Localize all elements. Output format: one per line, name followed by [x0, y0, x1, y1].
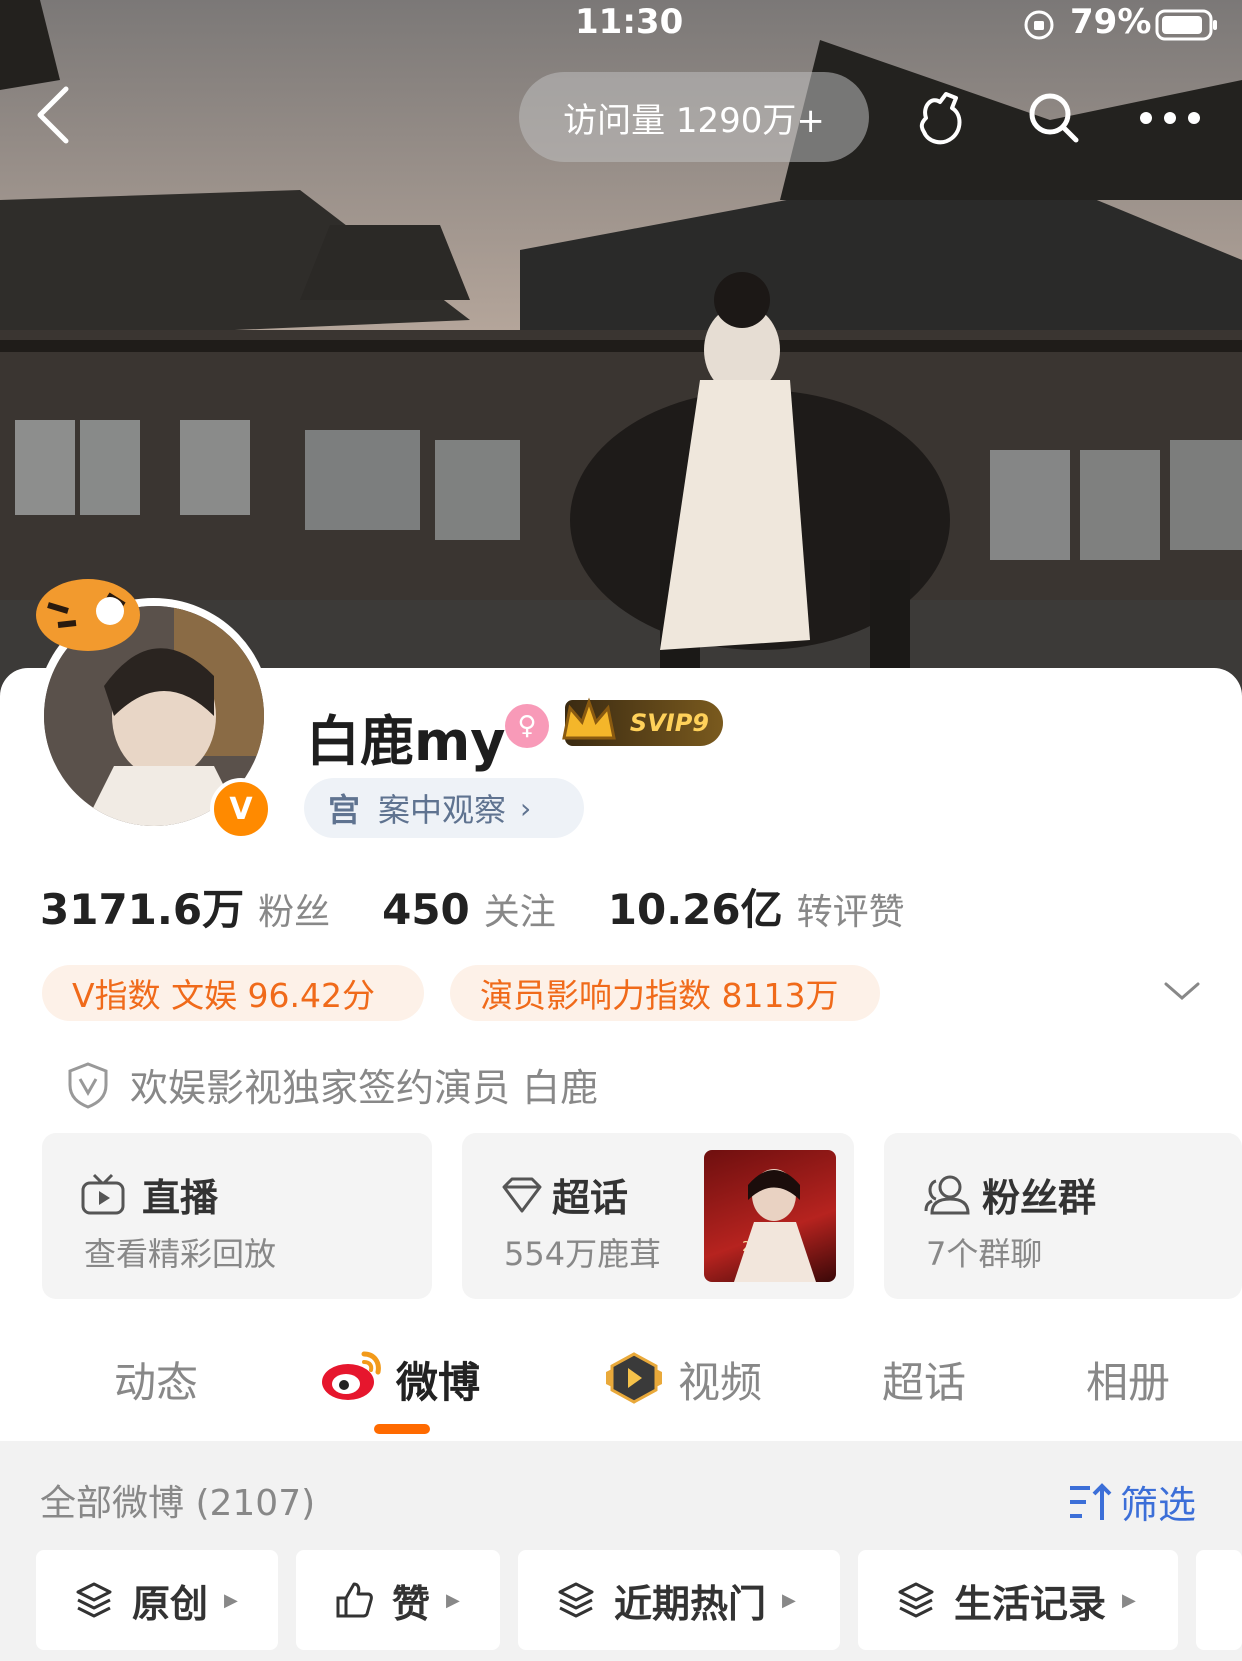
- back-arrow-icon: [37, 86, 69, 144]
- fans-title: 粉丝群: [982, 1176, 1097, 1220]
- layers-icon: [76, 1582, 112, 1618]
- chip-like[interactable]: 赞 ▶: [296, 1550, 500, 1650]
- username: 白鹿my: [306, 710, 506, 773]
- fans-sub: 7个群聊: [926, 1235, 1043, 1273]
- back-button[interactable]: [32, 85, 76, 145]
- interactions-label: 转评赞: [796, 892, 905, 933]
- topic-title: 超话: [552, 1176, 629, 1220]
- filter-button[interactable]: 筛选: [1068, 1474, 1196, 1529]
- tv-icon: [81, 1173, 125, 1214]
- crown-icon: [560, 696, 618, 746]
- status-time: 11:30: [575, 2, 684, 42]
- actor-influence-tag[interactable]: 演员影响力指数 8113万: [450, 965, 880, 1021]
- tab-activity[interactable]: 动态: [114, 1349, 198, 1410]
- expand-chevron-icon[interactable]: [1162, 978, 1202, 1004]
- live-card[interactable]: 直播 查看精彩回放: [42, 1133, 432, 1299]
- followers-count[interactable]: 3171.6万: [40, 876, 244, 937]
- more-icon[interactable]: [1138, 110, 1202, 126]
- layers-icon: [898, 1582, 934, 1618]
- group-icon: [924, 1175, 970, 1214]
- battery-percent: 79%: [1070, 2, 1152, 42]
- gesture-hand-icon[interactable]: [912, 88, 968, 148]
- chip-label: 赞: [392, 1581, 431, 1626]
- triangle-right-icon: ▶: [446, 1589, 460, 1611]
- weibo-logo-icon: [320, 1346, 384, 1402]
- live-sub: 查看精彩回放: [84, 1235, 277, 1273]
- female-icon: ♀: [505, 704, 549, 748]
- topic-poster[interactable]: 2月5日起: [704, 1150, 836, 1282]
- verification-line: 欢娱影视独家签约演员 白鹿: [66, 1057, 598, 1112]
- tab-album[interactable]: 相册: [1086, 1349, 1170, 1410]
- chip-label: 原创: [132, 1581, 209, 1626]
- stats-row: 3171.6万 粉丝 450 关注 10.26亿 转评赞: [40, 876, 957, 937]
- triangle-right-icon: ▶: [224, 1589, 238, 1611]
- tab-video[interactable]: 视频: [678, 1349, 762, 1410]
- chip-label: 生活记录: [954, 1581, 1107, 1626]
- video-badge-icon: [604, 1352, 664, 1404]
- chip-original[interactable]: 原创 ▶: [36, 1550, 278, 1650]
- following-label: 关注: [483, 892, 556, 933]
- topic-sub: 554万鹿茸: [504, 1235, 662, 1273]
- tab-super-topic[interactable]: 超话: [882, 1349, 966, 1410]
- search-icon[interactable]: [1026, 90, 1082, 146]
- followers-label: 粉丝: [258, 892, 331, 933]
- verified-v-icon: V: [210, 778, 272, 840]
- diamond-icon: [502, 1177, 542, 1212]
- title-label: 案中观察: [378, 791, 507, 829]
- title-pill[interactable]: 宫 案中观察 ›: [304, 778, 584, 838]
- tiger-pendant-icon: [28, 565, 148, 655]
- chip-partial[interactable]: [1196, 1550, 1242, 1650]
- triangle-right-icon: ▶: [1122, 1589, 1136, 1611]
- chevron-right-icon: ›: [520, 791, 532, 825]
- feed-count: 全部微博 (2107): [40, 1483, 316, 1524]
- verification-text: 欢娱影视独家签约演员 白鹿: [130, 1066, 599, 1110]
- tab-weibo[interactable]: 微博: [396, 1349, 480, 1410]
- filter-icon: [1070, 1482, 1112, 1520]
- chip-recent-hot[interactable]: 近期热门 ▶: [518, 1550, 840, 1650]
- shield-v-icon: [68, 1061, 108, 1109]
- filter-label: 筛选: [1120, 1483, 1197, 1527]
- battery-icon: [1155, 8, 1219, 42]
- following-count[interactable]: 450: [382, 885, 470, 934]
- v-index-tag[interactable]: V指数 文娱 96.42分: [42, 965, 424, 1021]
- active-tab-indicator: [374, 1424, 430, 1434]
- fan-group-card[interactable]: 粉丝群 7个群聊: [884, 1133, 1242, 1299]
- visits-pill[interactable]: 访问量 1290万+: [519, 72, 869, 162]
- thumb-up-icon: [336, 1582, 373, 1618]
- layers-icon: [558, 1582, 594, 1618]
- live-title: 直播: [142, 1176, 219, 1220]
- super-topic-card[interactable]: 超话 554万鹿茸 2月5日起: [462, 1133, 854, 1299]
- chip-life-record[interactable]: 生活记录 ▶: [858, 1550, 1178, 1650]
- poster-figure: [734, 1169, 816, 1282]
- chip-label: 近期热门: [614, 1581, 767, 1626]
- triangle-right-icon: ▶: [782, 1589, 796, 1611]
- palace-icon: 宫: [328, 791, 361, 829]
- interactions-count[interactable]: 10.26亿: [608, 876, 783, 937]
- rotation-lock-icon: [1022, 8, 1056, 42]
